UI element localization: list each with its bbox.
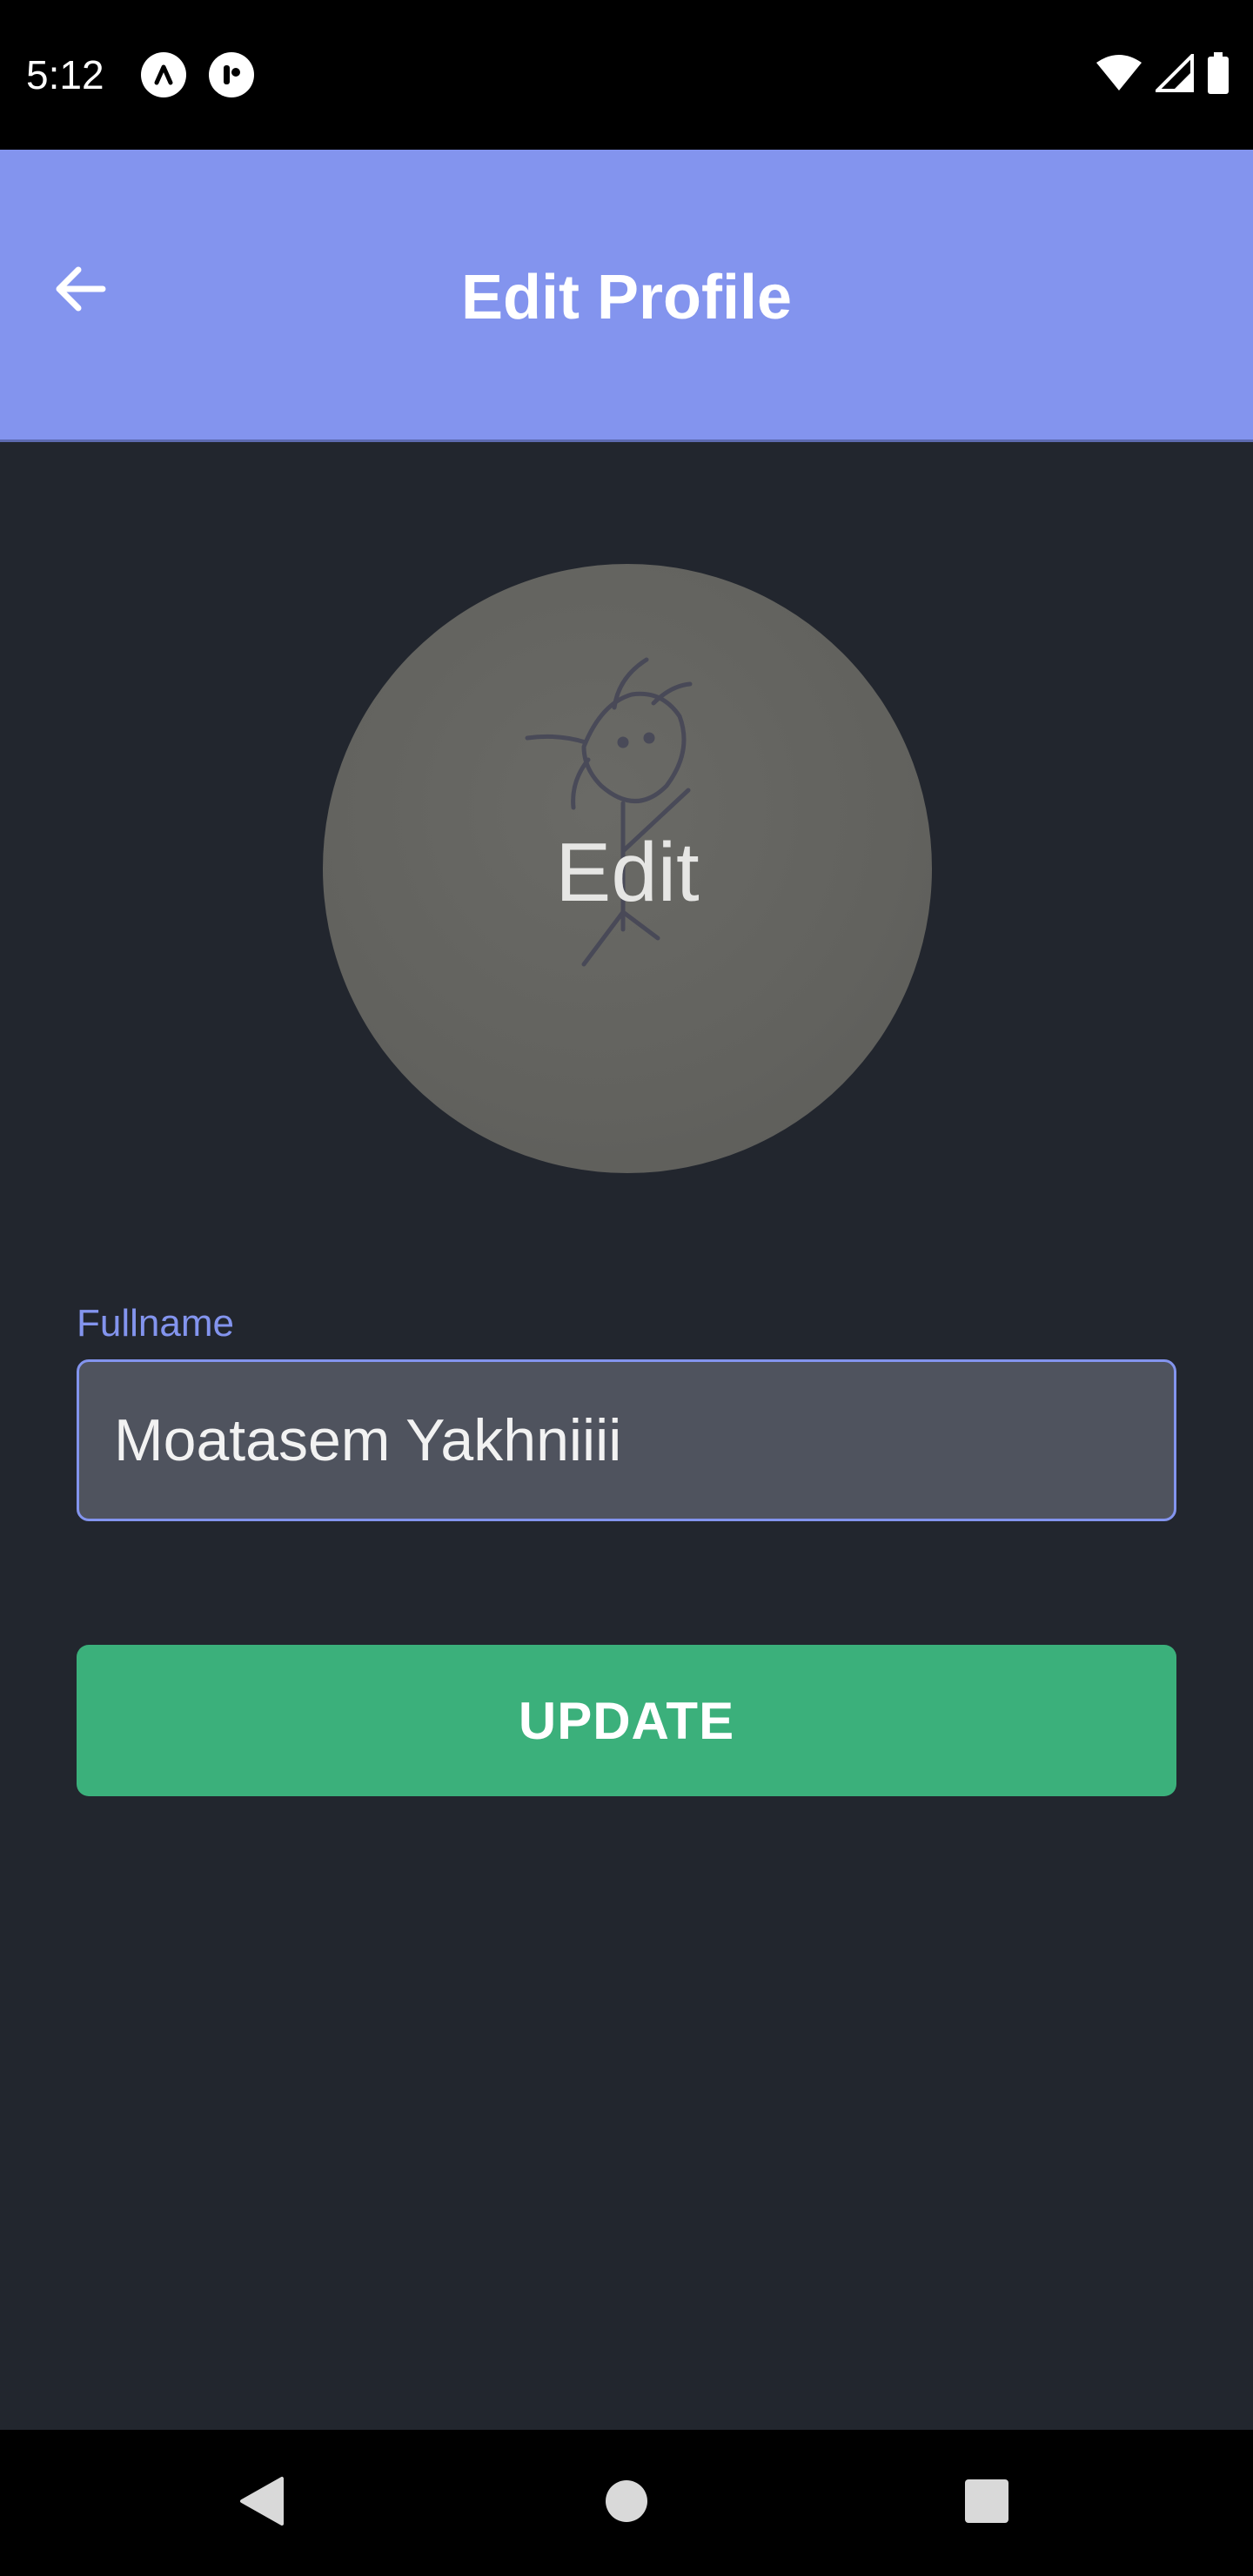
page-title: Edit Profile [460, 263, 793, 332]
avatar-edit-button[interactable]: Edit [323, 564, 932, 1173]
status-bar: 5:12 [0, 0, 1253, 150]
signal-icon [1153, 50, 1194, 97]
recents-square-icon [964, 2479, 1009, 2528]
nav-back-button[interactable] [226, 2468, 296, 2538]
status-time: 5:12 [26, 52, 104, 97]
system-nav-bar [0, 2430, 1253, 2576]
status-icons [1095, 50, 1230, 98]
app-notification-icon [141, 52, 186, 97]
update-button[interactable]: UPDATE [77, 1645, 1176, 1796]
app-bar: Edit Profile [0, 150, 1253, 442]
nav-home-button[interactable] [592, 2468, 661, 2538]
battery-icon [1206, 51, 1230, 98]
fullname-label: Fullname [77, 1302, 234, 1345]
avatar-edit-label: Edit [555, 826, 700, 919]
fullname-field[interactable] [77, 1359, 1176, 1521]
back-triangle-icon [237, 2475, 285, 2532]
wifi-icon [1095, 54, 1143, 97]
app-notification-icon-2 [209, 52, 254, 97]
home-circle-icon [604, 2479, 649, 2528]
nav-recents-button[interactable] [952, 2468, 1022, 2538]
